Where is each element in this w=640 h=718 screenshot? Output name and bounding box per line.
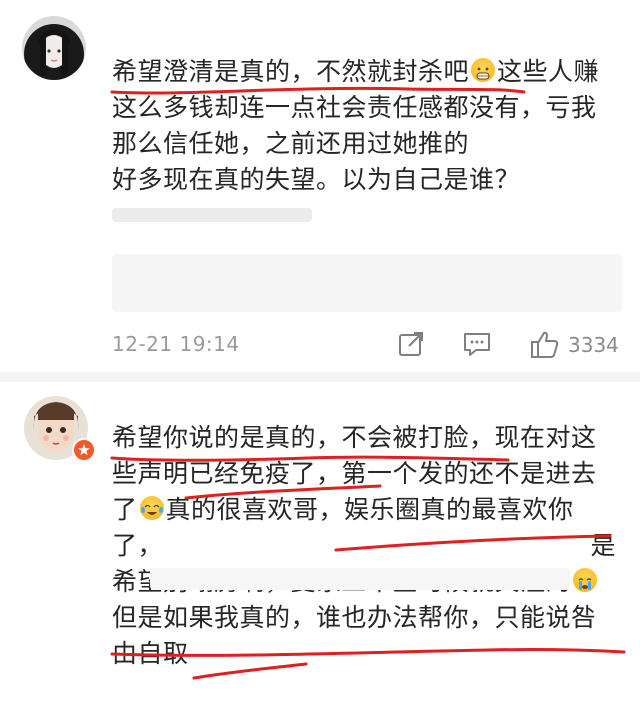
- comment-text-segment: 了: [112, 495, 138, 524]
- redacted-text: [150, 568, 570, 590]
- comment-line: 希望你说的是真的，不会被打脸，现在对这: [112, 423, 597, 452]
- comment-item: 希望澄清是真的，不然就封杀吧 这些人赚 这么多钱却连一点社会责任感都没有，亏我 …: [0, 0, 640, 382]
- comment-line: 了， 是: [112, 528, 624, 564]
- thumbs-up-icon[interactable]: [530, 330, 560, 364]
- timestamp: 12-21 19:14: [112, 332, 240, 356]
- comment-body: 希望澄清是真的，不然就封杀吧 这些人赚 这么多钱却连一点社会责任感都没有，亏我 …: [112, 54, 624, 198]
- comment-line: 那么信任她，之前还用过她推的: [112, 129, 470, 158]
- verified-badge: [72, 438, 96, 462]
- comment-line: 了 真的很喜欢哥，娱乐圈真的最喜欢你: [112, 492, 624, 528]
- crying-emoji: [573, 568, 598, 592]
- comment-line: 好多现在真的失望。以为自己是谁？: [112, 165, 521, 194]
- like-count: 3334: [568, 333, 619, 357]
- redacted-text: [112, 254, 622, 312]
- grinning-emoji: [471, 58, 496, 82]
- comment-line: 希望澄清是真的，不然就封杀吧 这些人赚: [112, 54, 624, 90]
- comment-line: 但是如果我真的，谁也办法帮你，只能说咎: [112, 603, 597, 632]
- comment-text-segment: 真的很喜欢哥，娱乐圈真的最喜欢你: [165, 495, 574, 524]
- comment-text-segment: 这些人赚: [497, 57, 600, 86]
- comment-text-segment: 希望澄清是真的，不然就封杀吧: [112, 57, 470, 86]
- comment-body: 希望你说的是真的，不会被打脸，现在对这 些声明已经免疫了，第一个发的还不是进去 …: [112, 420, 624, 672]
- comment-meta: 12-21 19:14 3334: [112, 328, 622, 360]
- comment-icon[interactable]: [462, 330, 492, 362]
- redacted-text: [112, 208, 312, 222]
- comment-line: 这么多钱却连一点社会责任感都没有，亏我: [112, 93, 597, 122]
- comment-line: 些声明已经免疫了，第一个发的还不是进去: [112, 459, 597, 488]
- comment-text-segment: 是: [590, 531, 616, 560]
- comment-line: 由自取: [112, 639, 189, 668]
- crying-laughing-emoji: [139, 496, 164, 520]
- avatar[interactable]: [22, 16, 86, 80]
- share-icon[interactable]: [397, 330, 425, 362]
- comment-text-segment: 了，: [112, 531, 164, 560]
